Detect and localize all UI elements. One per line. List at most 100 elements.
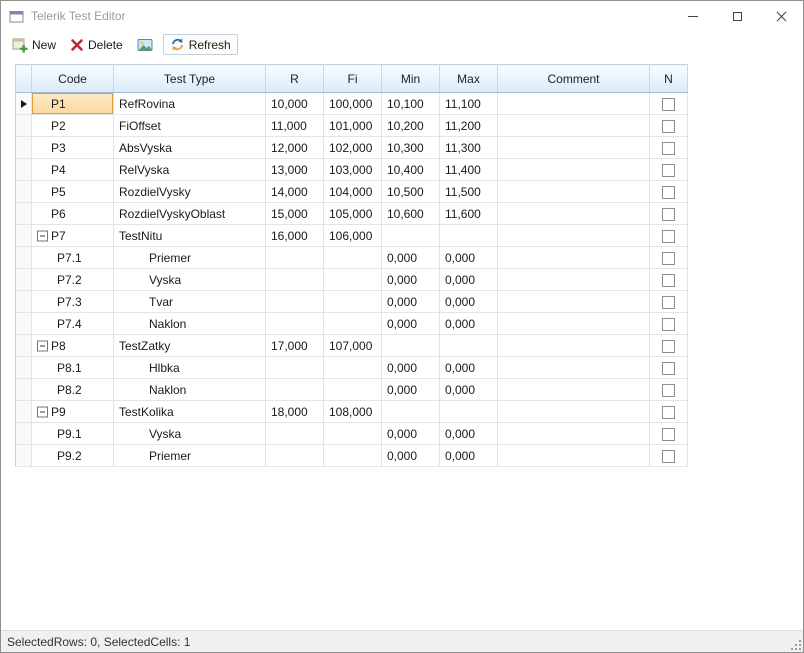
grid-row-P7.3[interactable]: P7.3Tvar0,0000,000 [16, 291, 688, 313]
cell-test-type[interactable]: Tvar [114, 291, 266, 313]
n-checkbox[interactable] [662, 318, 675, 331]
grid-row-P4[interactable]: P4RelVyska13,000103,00010,40011,400 [16, 159, 688, 181]
cell-min[interactable]: 0,000 [382, 379, 440, 401]
n-checkbox[interactable] [662, 142, 675, 155]
cell-code[interactable]: P7 [32, 225, 114, 247]
column-header-fi[interactable]: Fi [324, 65, 382, 93]
grid-row-P5[interactable]: P5RozdielVysky14,000104,00010,50011,500 [16, 181, 688, 203]
n-checkbox[interactable] [662, 340, 675, 353]
cell-comment[interactable] [498, 203, 650, 225]
collapse-minus-icon[interactable] [37, 230, 48, 241]
cell-code[interactable]: P7.4 [32, 313, 114, 335]
cell-n[interactable] [650, 379, 688, 401]
grid-row-P7.1[interactable]: P7.1Priemer0,0000,000 [16, 247, 688, 269]
cell-code[interactable]: P8.1 [32, 357, 114, 379]
column-header-code[interactable]: Code [32, 65, 114, 93]
cell-r[interactable] [266, 291, 324, 313]
grid-row-P3[interactable]: P3AbsVyska12,000102,00010,30011,300 [16, 137, 688, 159]
grid-row-P7[interactable]: P7TestNitu16,000106,000 [16, 225, 688, 247]
cell-n[interactable] [650, 203, 688, 225]
cell-comment[interactable] [498, 181, 650, 203]
cell-max[interactable]: 0,000 [440, 423, 498, 445]
n-checkbox[interactable] [662, 208, 675, 221]
cell-fi[interactable] [324, 269, 382, 291]
cell-fi[interactable] [324, 423, 382, 445]
cell-comment[interactable] [498, 423, 650, 445]
cell-min[interactable]: 10,400 [382, 159, 440, 181]
cell-max[interactable]: 11,500 [440, 181, 498, 203]
cell-r[interactable]: 18,000 [266, 401, 324, 423]
cell-code[interactable]: P4 [32, 159, 114, 181]
cell-test-type[interactable]: Vyska [114, 269, 266, 291]
row-indicator[interactable] [16, 445, 32, 467]
title-bar[interactable]: Telerik Test Editor [1, 1, 803, 31]
n-checkbox[interactable] [662, 98, 675, 111]
cell-n[interactable] [650, 401, 688, 423]
cell-comment[interactable] [498, 445, 650, 467]
maximize-button[interactable] [715, 1, 759, 31]
app-icon[interactable] [9, 9, 24, 24]
cell-comment[interactable] [498, 313, 650, 335]
cell-fi[interactable]: 102,000 [324, 137, 382, 159]
cell-r[interactable]: 14,000 [266, 181, 324, 203]
cell-fi[interactable] [324, 357, 382, 379]
column-header-n[interactable]: N [650, 65, 688, 93]
grid-row-P9.1[interactable]: P9.1Vyska0,0000,000 [16, 423, 688, 445]
row-indicator[interactable] [16, 313, 32, 335]
n-checkbox[interactable] [662, 296, 675, 309]
cell-n[interactable] [650, 445, 688, 467]
cell-n[interactable] [650, 225, 688, 247]
cell-r[interactable] [266, 379, 324, 401]
n-checkbox[interactable] [662, 406, 675, 419]
cell-max[interactable] [440, 335, 498, 357]
resize-grip-icon[interactable] [788, 637, 801, 650]
cell-comment[interactable] [498, 379, 650, 401]
cell-min[interactable]: 0,000 [382, 357, 440, 379]
cell-max[interactable]: 11,600 [440, 203, 498, 225]
cell-min[interactable]: 10,100 [382, 93, 440, 115]
cell-n[interactable] [650, 423, 688, 445]
n-checkbox[interactable] [662, 186, 675, 199]
cell-r[interactable] [266, 313, 324, 335]
cell-fi[interactable]: 101,000 [324, 115, 382, 137]
close-button[interactable] [759, 1, 803, 31]
cell-fi[interactable]: 104,000 [324, 181, 382, 203]
cell-comment[interactable] [498, 93, 650, 115]
row-indicator[interactable] [16, 225, 32, 247]
cell-test-type[interactable]: TestZatky [114, 335, 266, 357]
cell-fi[interactable] [324, 247, 382, 269]
grid-row-P9.2[interactable]: P9.2Priemer0,0000,000 [16, 445, 688, 467]
grid-row-P8.1[interactable]: P8.1Hlbka0,0000,000 [16, 357, 688, 379]
n-checkbox[interactable] [662, 120, 675, 133]
grid-row-P8.2[interactable]: P8.2Naklon0,0000,000 [16, 379, 688, 401]
cell-test-type[interactable]: RozdielVyskyOblast [114, 203, 266, 225]
cell-comment[interactable] [498, 357, 650, 379]
n-checkbox[interactable] [662, 362, 675, 375]
cell-n[interactable] [650, 159, 688, 181]
n-checkbox[interactable] [662, 230, 675, 243]
collapse-minus-icon[interactable] [37, 340, 48, 351]
cell-comment[interactable] [498, 291, 650, 313]
cell-n[interactable] [650, 291, 688, 313]
cell-n[interactable] [650, 247, 688, 269]
n-checkbox[interactable] [662, 252, 675, 265]
cell-r[interactable] [266, 357, 324, 379]
row-indicator[interactable] [16, 203, 32, 225]
cell-fi[interactable] [324, 313, 382, 335]
row-indicator[interactable] [16, 181, 32, 203]
cell-comment[interactable] [498, 335, 650, 357]
image-button[interactable] [133, 35, 157, 55]
cell-comment[interactable] [498, 225, 650, 247]
delete-button[interactable]: Delete [66, 36, 127, 54]
cell-n[interactable] [650, 269, 688, 291]
grid-row-P6[interactable]: P6RozdielVyskyOblast15,000105,00010,6001… [16, 203, 688, 225]
grid-row-P9[interactable]: P9TestKolika18,000108,000 [16, 401, 688, 423]
cell-max[interactable]: 0,000 [440, 357, 498, 379]
cell-code[interactable]: P7.2 [32, 269, 114, 291]
cell-min[interactable]: 0,000 [382, 291, 440, 313]
n-checkbox[interactable] [662, 428, 675, 441]
cell-r[interactable]: 17,000 [266, 335, 324, 357]
cell-code[interactable]: P1 [32, 93, 114, 115]
column-header-max[interactable]: Max [440, 65, 498, 93]
cell-r[interactable]: 12,000 [266, 137, 324, 159]
